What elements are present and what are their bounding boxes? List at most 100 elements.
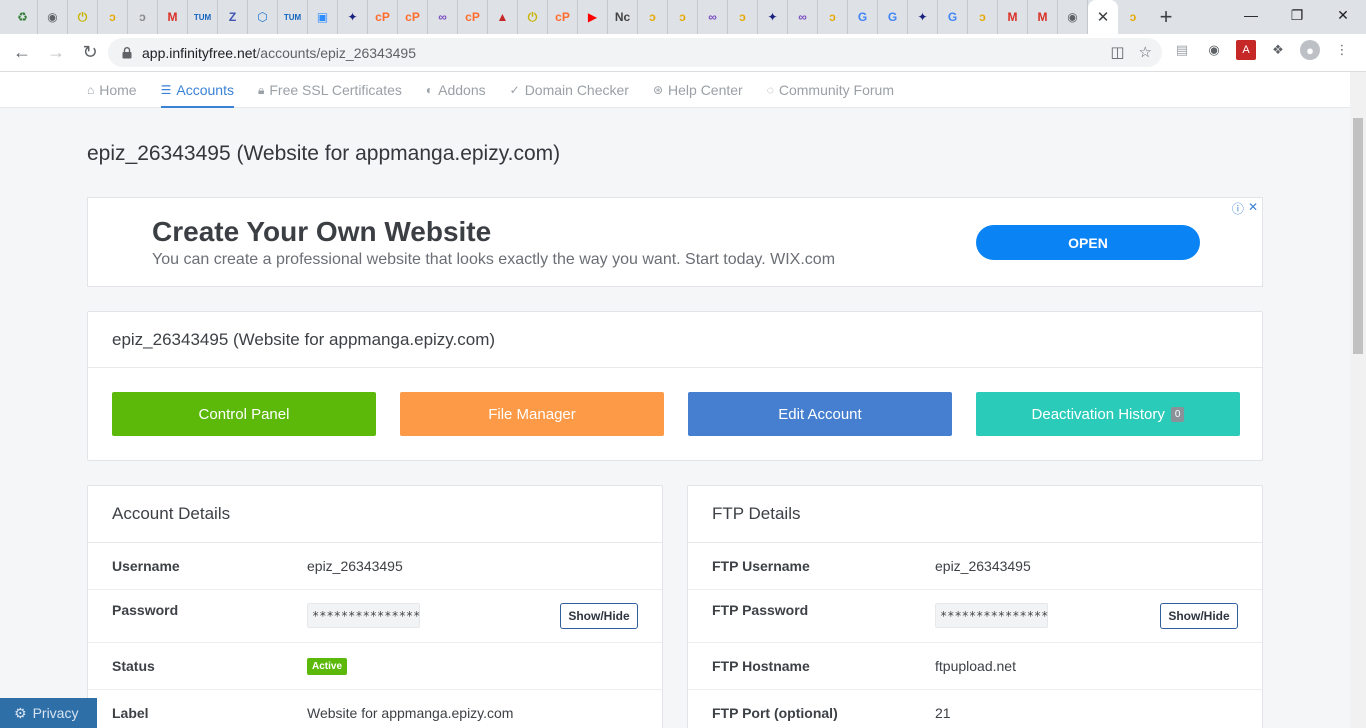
browser-tab[interactable]: cP — [458, 0, 488, 34]
ad-text: You can create a professional website th… — [152, 251, 836, 268]
nav-item-label: Community Forum — [778, 82, 894, 98]
browser-tab[interactable]: cP — [368, 0, 398, 34]
feather-icon: ↄ — [109, 10, 116, 24]
nav-item-label: Free SSL Certificates — [269, 82, 402, 98]
browser-tab[interactable]: TUM — [278, 0, 308, 34]
nav-item-community-forum[interactable]: ◌ Community Forum — [767, 72, 894, 108]
browser-tab[interactable]: ◉ — [38, 0, 68, 34]
browser-tab[interactable]: G — [848, 0, 878, 34]
show-hide-password-button[interactable]: Show/Hide — [560, 603, 638, 629]
browser-tab[interactable]: ↄ — [668, 0, 698, 34]
restore-icon[interactable]: ❐ — [1274, 0, 1320, 30]
ftp-password-field[interactable]: *************** — [935, 603, 1048, 628]
edit-account-button[interactable]: Edit Account — [688, 392, 952, 436]
page-title: epiz_26343495 (Website for appmanga.epiz… — [87, 142, 561, 165]
browser-tab[interactable]: ↄ — [98, 0, 128, 34]
status-label: Status — [112, 658, 155, 674]
browser-tab[interactable]: M — [998, 0, 1028, 34]
browser-tab[interactable]: ⏻ — [68, 0, 98, 34]
browser-tab[interactable]: ⬡ — [248, 0, 278, 34]
browser-tab[interactable]: ↄ — [1118, 0, 1148, 34]
deactivation-count-badge: 0 — [1170, 406, 1185, 422]
bitbucket-icon: ⬡ — [257, 10, 268, 24]
browser-tab[interactable]: ◉ — [1058, 0, 1088, 34]
browser-tab[interactable]: ∞ — [788, 0, 818, 34]
browser-tab[interactable]: ↄ — [968, 0, 998, 34]
browser-tab[interactable]: ∞ — [698, 0, 728, 34]
ad-open-button[interactable]: OPEN — [976, 225, 1200, 260]
browser-tab[interactable]: cP — [548, 0, 578, 34]
browser-tab[interactable]: ⏻ — [518, 0, 548, 34]
browser-tab[interactable]: ✦ — [338, 0, 368, 34]
username-label: Username — [112, 558, 180, 574]
nav-item-help-center[interactable]: ⊛ Help Center — [653, 72, 743, 108]
control-panel-label: Control Panel — [198, 405, 290, 423]
browser-tab[interactable]: G — [938, 0, 968, 34]
new-tab-plus-icon[interactable]: + — [1148, 0, 1184, 34]
nav-item-label: Home — [99, 82, 137, 98]
browser-tab[interactable]: M — [158, 0, 188, 34]
ad-choices[interactable]: ⓘ ✕ — [1232, 200, 1258, 217]
browser-tab[interactable]: cP — [398, 0, 428, 34]
nav-item-label: Accounts — [176, 82, 234, 98]
browser-tab[interactable]: ↄ — [728, 0, 758, 34]
cpanel-icon: cP — [465, 10, 480, 24]
browser-tab[interactable]: TUM — [188, 0, 218, 34]
browser-tab[interactable]: Z — [218, 0, 248, 34]
account-actions-card: epiz_26343495 (Website for appmanga.epiz… — [87, 311, 1263, 461]
browser-tab[interactable]: ∞ — [428, 0, 458, 34]
puzzle-icon[interactable]: ❖ — [1268, 40, 1288, 60]
active-tab-close-icon[interactable]: ✕ — [1088, 0, 1118, 34]
menu-kebab-icon[interactable]: ⋮ — [1332, 40, 1352, 60]
ad-close-icon[interactable]: ✕ — [1248, 200, 1258, 217]
browser-tab[interactable]: M — [1028, 0, 1058, 34]
nav-item-label: Domain Checker — [524, 82, 629, 98]
nav-item-accounts[interactable]: ☰ Accounts — [160, 72, 235, 108]
bookmark-star-icon[interactable]: ☆ — [1139, 43, 1152, 61]
minimize-icon[interactable]: — — [1228, 0, 1274, 30]
profile-avatar-icon[interactable]: ● — [1300, 40, 1320, 60]
translate-icon[interactable]: ◫ — [1110, 43, 1124, 61]
nav-item-domain-checker[interactable]: ✓ Domain Checker — [510, 72, 629, 108]
label-label: Label — [112, 705, 149, 721]
address-bar[interactable]: app.infinityfree.net/accounts/epiz_26343… — [108, 38, 1162, 67]
ftp-show-hide-password-button[interactable]: Show/Hide — [1160, 603, 1238, 629]
browser-tab[interactable]: ↄ — [638, 0, 668, 34]
nav-item-addons[interactable]: ◐ Addons — [426, 72, 486, 108]
browser-tab[interactable]: ▣ — [308, 0, 338, 34]
browser-tab[interactable]: ▲ — [488, 0, 518, 34]
deactivation-history-label: Deactivation History — [1031, 405, 1165, 423]
browser-tab[interactable]: ♻ — [8, 0, 38, 34]
password-field[interactable]: *************** — [307, 603, 420, 628]
window-controls: — ❐ ✕ — [1228, 0, 1366, 34]
browser-tab[interactable]: ↄ — [818, 0, 848, 34]
browser-tab[interactable]: ✦ — [908, 0, 938, 34]
nav-item-home[interactable]: ⌂ Home — [87, 72, 137, 108]
reader-icon[interactable]: ▤ — [1172, 40, 1192, 60]
ad-banner[interactable]: Create Your Own Website You can create a… — [87, 197, 1263, 287]
browser-tab[interactable]: ↄ — [128, 0, 158, 34]
record-icon[interactable]: ◉ — [1204, 40, 1224, 60]
file-manager-button[interactable]: File Manager — [400, 392, 664, 436]
browser-tab[interactable]: ✦ — [758, 0, 788, 34]
label-row: Label Website for appmanga.epizy.com — [88, 690, 662, 728]
privacy-button[interactable]: ⚙ Privacy — [0, 698, 97, 728]
ad-info-icon[interactable]: ⓘ — [1232, 200, 1244, 217]
reload-icon[interactable]: ↻ — [74, 37, 106, 69]
google-icon: G — [857, 10, 868, 24]
page-scrollbar[interactable] — [1350, 72, 1366, 728]
pdf-icon[interactable]: A — [1236, 40, 1256, 60]
control-panel-button[interactable]: Control Panel — [112, 392, 376, 436]
toggle-icon: ◐ — [425, 83, 434, 97]
nav-item-free-ssl-certificates[interactable]: 🔒︎ Free SSL Certificates — [258, 72, 402, 108]
scrollbar-thumb[interactable] — [1353, 118, 1363, 354]
deactivation-history-button[interactable]: Deactivation History 0 — [976, 392, 1240, 436]
fairy-icon: ✦ — [767, 10, 778, 24]
browser-tab[interactable]: ▶ — [578, 0, 608, 34]
lock-icon — [120, 46, 134, 60]
forward-icon[interactable]: → — [40, 37, 72, 69]
close-window-icon[interactable]: ✕ — [1320, 0, 1366, 30]
browser-tab[interactable]: G — [878, 0, 908, 34]
back-icon[interactable]: ← — [6, 37, 38, 69]
browser-tab[interactable]: Nc — [608, 0, 638, 34]
